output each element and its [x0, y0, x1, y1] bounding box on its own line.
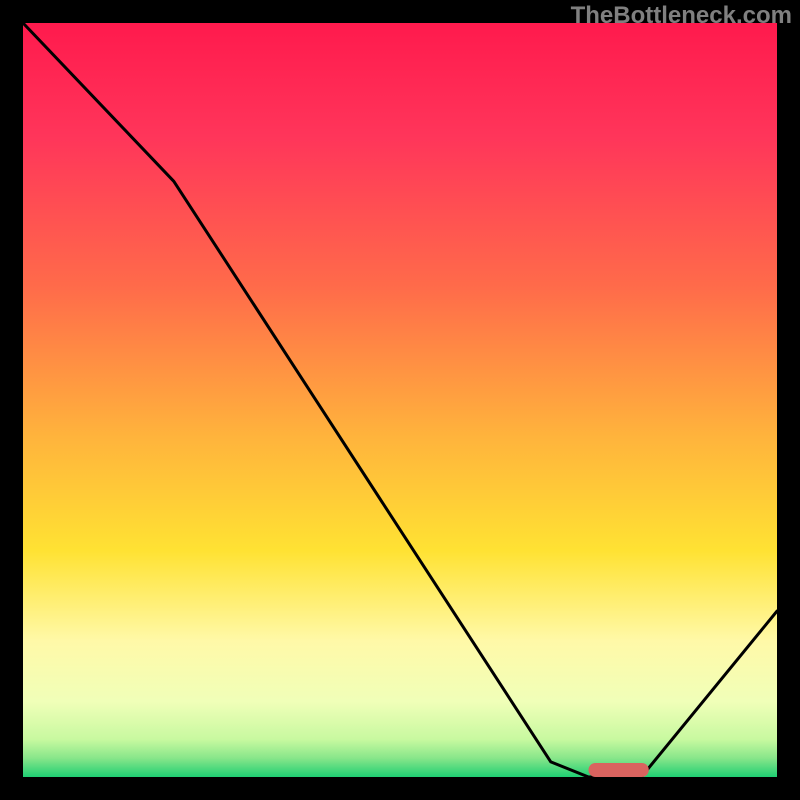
gradient-background — [23, 23, 777, 777]
plot-area — [23, 23, 777, 777]
chart-frame: TheBottleneck.com — [0, 0, 800, 800]
optimal-marker — [589, 763, 649, 777]
chart-svg — [23, 23, 777, 777]
watermark-label: TheBottleneck.com — [571, 2, 792, 30]
